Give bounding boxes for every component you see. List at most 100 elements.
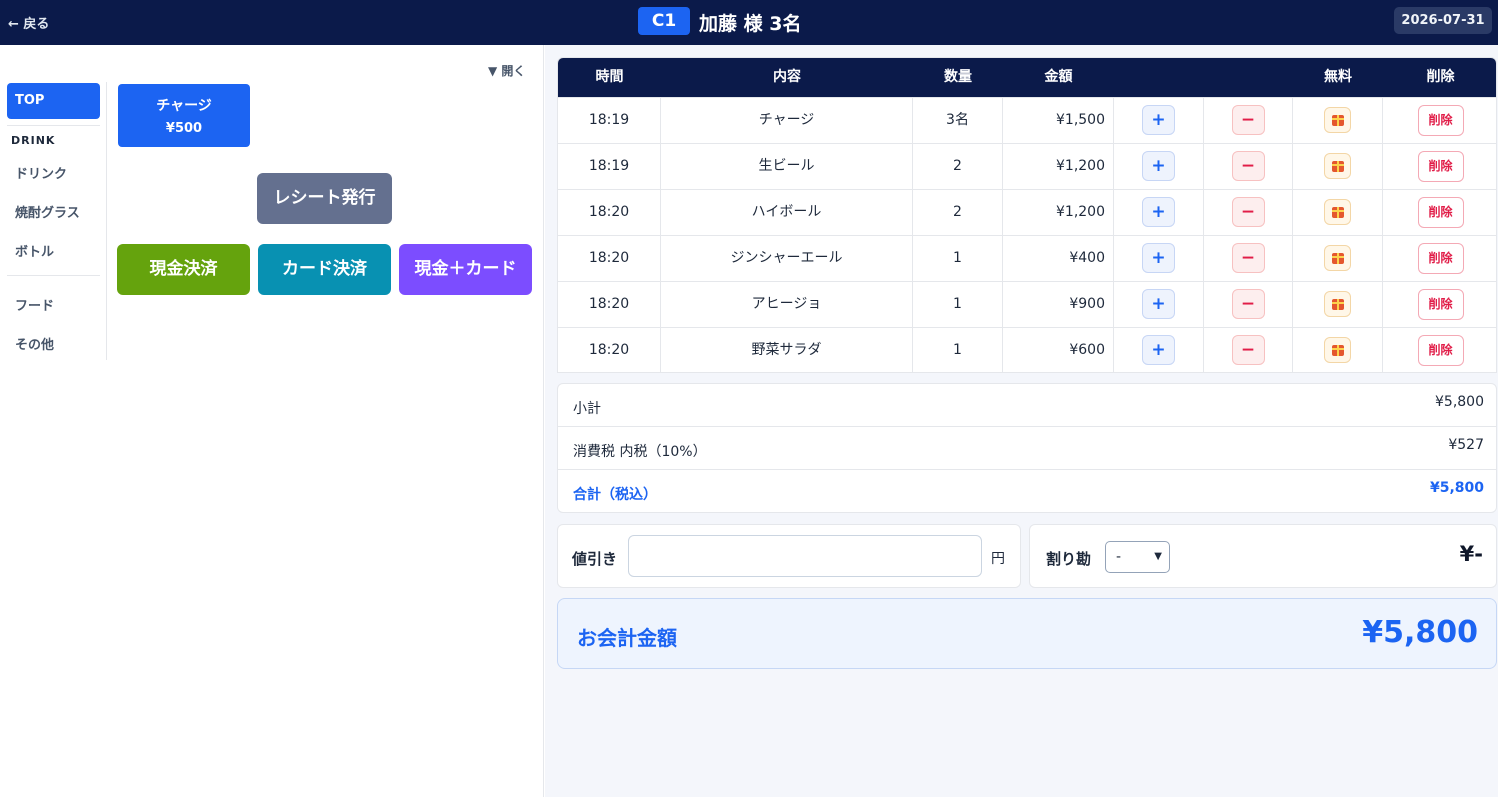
cash-payment-button[interactable]: 現金決済 xyxy=(117,244,250,295)
category-shochu[interactable]: 焼酎グラス xyxy=(15,202,80,221)
order-table-header: 時間 内容 数量 金額 無料 削除 xyxy=(558,58,1496,97)
split-selected-value: - xyxy=(1116,549,1122,565)
delete-button[interactable]: 削除 xyxy=(1417,242,1464,274)
app-header: ← 戻る C1 加藤 様 3名 2026-07-31 xyxy=(0,0,1498,45)
header-qty: 数量 xyxy=(944,69,972,85)
header-time: 時間 xyxy=(595,69,624,85)
row-free-cell xyxy=(1293,98,1383,143)
category-divider xyxy=(7,125,100,126)
row-plus-cell: + xyxy=(1114,282,1204,327)
gift-icon[interactable] xyxy=(1324,107,1351,133)
expand-toggle[interactable]: ▼ 開く xyxy=(488,62,525,79)
row-amount: ¥1,500 xyxy=(1003,98,1114,143)
row-free-cell xyxy=(1293,328,1383,372)
header-amount: 金額 xyxy=(1044,69,1073,85)
row-time: 18:20 xyxy=(558,328,661,372)
date-badge: 2026-07-31 xyxy=(1394,7,1492,34)
gift-icon[interactable] xyxy=(1324,153,1351,179)
row-item: 生ビール xyxy=(661,144,913,189)
card-payment-button[interactable]: カード決済 xyxy=(258,244,391,295)
split-box: 割り勘 - ▼ ¥- xyxy=(1029,524,1497,588)
decrease-button[interactable]: − xyxy=(1231,289,1265,319)
subtotal-label: 小計 xyxy=(573,401,601,417)
back-button[interactable]: ← 戻る xyxy=(8,13,49,32)
row-amount: ¥900 xyxy=(1003,282,1114,327)
guest-label: 加藤 様 3名 xyxy=(699,13,802,35)
decrease-button[interactable]: − xyxy=(1231,243,1265,273)
row-time: 18:20 xyxy=(558,190,661,235)
charge-item-name: チャージ xyxy=(156,98,212,114)
row-qty: 1 xyxy=(913,282,1003,327)
split-label: 割り勘 xyxy=(1046,550,1092,568)
menu-panel: ▼ 開く TOP DRINK ドリンク 焼酎グラス ボトル フード その他 チャ… xyxy=(0,45,544,797)
table-row: 18:19 生ビール 2 ¥1,200 + − 削除 xyxy=(558,143,1496,189)
row-delete-cell: 削除 xyxy=(1383,328,1496,372)
decrease-button[interactable]: − xyxy=(1231,197,1265,227)
table-row: 18:20 野菜サラダ 1 ¥600 + − 削除 xyxy=(558,327,1496,372)
row-item: 野菜サラダ xyxy=(661,328,913,372)
grand-total-label: お会計金額 xyxy=(577,626,677,650)
category-list: TOP DRINK ドリンク 焼酎グラス ボトル フード その他 xyxy=(0,82,107,360)
discount-box: 値引き 円 xyxy=(557,524,1021,588)
row-free-cell xyxy=(1293,236,1383,281)
delete-button[interactable]: 削除 xyxy=(1417,288,1464,320)
delete-button[interactable]: 削除 xyxy=(1417,196,1464,228)
row-plus-cell: + xyxy=(1114,236,1204,281)
row-item: ジンシャーエール xyxy=(661,236,913,281)
summary-box: 小計 ¥5,800 消費税 内税（10%） ¥527 合計（税込） ¥5,800 xyxy=(557,383,1497,513)
row-item: アヒージョ xyxy=(661,282,913,327)
increase-button[interactable]: + xyxy=(1142,243,1175,273)
split-select[interactable]: - ▼ xyxy=(1105,541,1170,573)
row-time: 18:19 xyxy=(558,144,661,189)
category-food[interactable]: フード xyxy=(15,295,54,314)
row-qty: 2 xyxy=(913,190,1003,235)
charge-item-button[interactable]: チャージ ¥500 xyxy=(118,84,250,147)
delete-button[interactable]: 削除 xyxy=(1417,334,1464,366)
row-minus-cell: − xyxy=(1204,236,1293,281)
table-row: 18:20 ハイボール 2 ¥1,200 + − 削除 xyxy=(558,189,1496,235)
category-drink[interactable]: ドリンク xyxy=(15,163,67,182)
row-delete-cell: 削除 xyxy=(1383,98,1496,143)
gift-icon[interactable] xyxy=(1324,199,1351,225)
bill-panel: 時間 内容 数量 金額 無料 削除 18:19 チャージ 3名 ¥1,500 + − 削除 1… xyxy=(545,45,1498,797)
discount-input[interactable] xyxy=(628,535,982,577)
category-top[interactable]: TOP xyxy=(7,83,100,119)
increase-button[interactable]: + xyxy=(1142,105,1175,135)
increase-button[interactable]: + xyxy=(1142,335,1175,365)
gift-icon[interactable] xyxy=(1324,337,1351,363)
row-free-cell xyxy=(1293,144,1383,189)
delete-button[interactable]: 削除 xyxy=(1417,150,1464,182)
increase-button[interactable]: + xyxy=(1142,289,1175,319)
row-minus-cell: − xyxy=(1204,190,1293,235)
gift-icon[interactable] xyxy=(1324,245,1351,271)
row-plus-cell: + xyxy=(1114,190,1204,235)
row-delete-cell: 削除 xyxy=(1383,282,1496,327)
delete-button[interactable]: 削除 xyxy=(1417,104,1464,136)
increase-button[interactable]: + xyxy=(1142,151,1175,181)
table-row: 18:19 チャージ 3名 ¥1,500 + − 削除 xyxy=(558,97,1496,143)
discount-unit: 円 xyxy=(991,551,1005,567)
grand-total-value: ¥5,800 xyxy=(1362,615,1478,650)
row-delete-cell: 削除 xyxy=(1383,144,1496,189)
row-amount: ¥1,200 xyxy=(1003,190,1114,235)
increase-button[interactable]: + xyxy=(1142,197,1175,227)
row-time: 18:19 xyxy=(558,98,661,143)
category-other[interactable]: その他 xyxy=(15,334,54,353)
split-amount: ¥- xyxy=(1459,542,1483,566)
charge-item-price: ¥500 xyxy=(165,121,203,136)
row-qty: 1 xyxy=(913,328,1003,372)
receipt-button[interactable]: レシート発行 xyxy=(257,173,392,224)
row-plus-cell: + xyxy=(1114,328,1204,372)
header-free: 無料 xyxy=(1324,69,1352,85)
row-plus-cell: + xyxy=(1114,144,1204,189)
tax-row: 消費税 内税（10%） ¥527 xyxy=(558,427,1496,470)
mixed-payment-button[interactable]: 現金＋カード xyxy=(399,244,532,295)
header-delete: 削除 xyxy=(1426,69,1455,85)
category-bottle[interactable]: ボトル xyxy=(15,241,54,260)
decrease-button[interactable]: − xyxy=(1231,105,1265,135)
row-amount: ¥1,200 xyxy=(1003,144,1114,189)
decrease-button[interactable]: − xyxy=(1231,151,1265,181)
table-row: 18:20 アヒージョ 1 ¥900 + − 削除 xyxy=(558,281,1496,327)
decrease-button[interactable]: − xyxy=(1231,335,1265,365)
gift-icon[interactable] xyxy=(1324,291,1351,317)
